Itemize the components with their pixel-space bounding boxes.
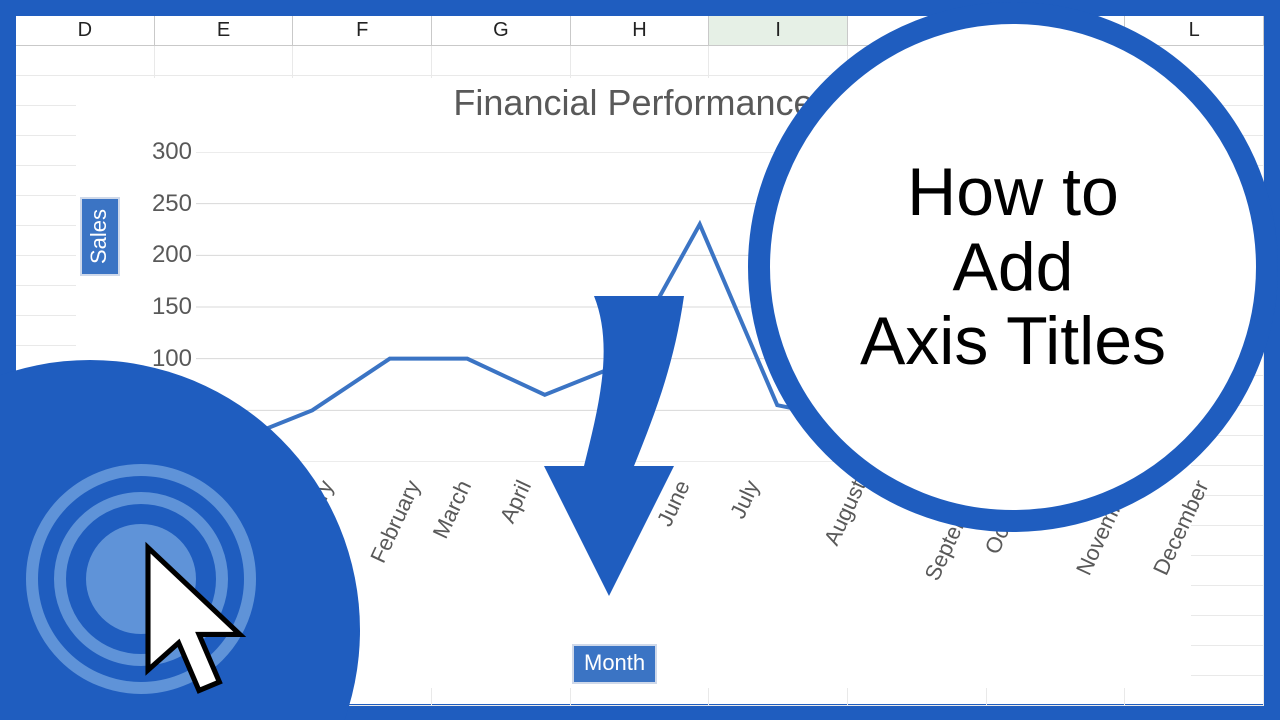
callout-text: How to Add Axis Titles	[860, 155, 1166, 379]
y-tick-label: 250	[136, 190, 192, 218]
column-header-f[interactable]: F	[293, 16, 432, 45]
callout-line-2: Add	[952, 229, 1073, 305]
grid-cell[interactable]	[571, 46, 710, 75]
callout-circle: How to Add Axis Titles	[748, 2, 1278, 532]
grid-cell[interactable]	[155, 46, 294, 75]
column-header-e[interactable]: E	[155, 16, 294, 45]
y-tick-label: 200	[136, 241, 192, 269]
grid-cell[interactable]	[709, 46, 848, 75]
y-tick-label: 150	[136, 293, 192, 321]
column-header-g[interactable]: G	[432, 16, 571, 45]
callout-line-1: How to	[907, 154, 1119, 230]
x-axis-title[interactable]: Month	[574, 646, 655, 682]
app-frame: DEFGHIJKL Financial Performance 05010015…	[0, 0, 1280, 720]
column-header-i[interactable]: I	[709, 16, 848, 45]
y-axis-title[interactable]: Sales	[82, 199, 118, 274]
pointer-arrow	[524, 296, 724, 606]
grid-cell[interactable]	[293, 46, 432, 75]
callout-line-3: Axis Titles	[860, 303, 1166, 379]
brand-logo	[0, 360, 360, 720]
cursor-icon	[114, 536, 284, 720]
grid-cell[interactable]	[16, 46, 155, 75]
grid-cell[interactable]	[432, 46, 571, 75]
column-header-d[interactable]: D	[16, 16, 155, 45]
column-header-h[interactable]: H	[571, 16, 710, 45]
y-tick-label: 300	[136, 138, 192, 166]
